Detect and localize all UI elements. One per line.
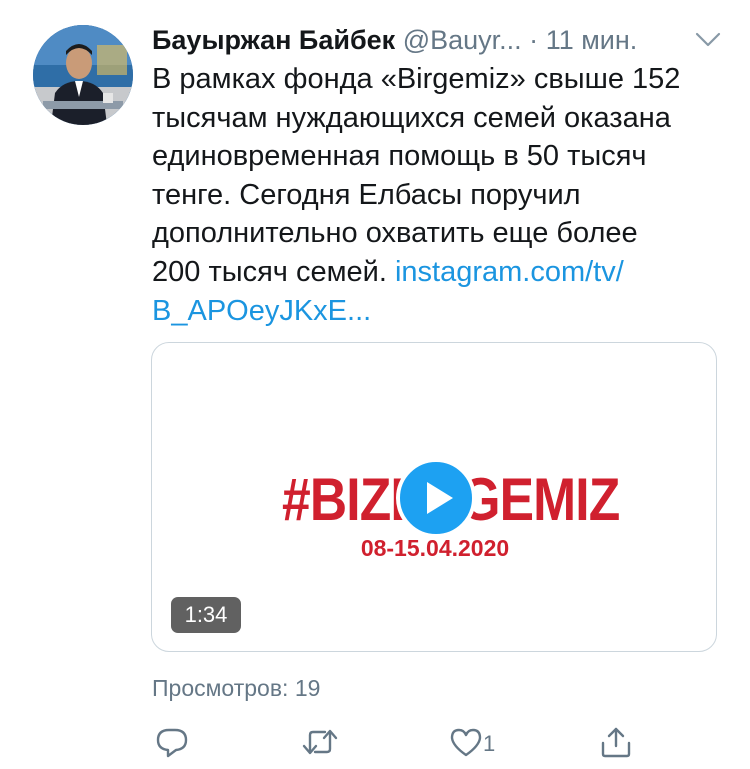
like-button[interactable]: 1 — [449, 725, 509, 763]
author-handle[interactable]: @Bauyr... — [403, 25, 522, 55]
tweet-header: Бауыржан Байбек @Bauyr... · 11 мин. — [152, 22, 732, 58]
play-icon — [427, 482, 453, 514]
author-name[interactable]: Бауыржан Байбек — [152, 25, 395, 55]
like-count: 1 — [483, 731, 496, 756]
chevron-down-icon[interactable] — [695, 30, 721, 50]
reply-button[interactable] — [155, 725, 189, 763]
video-card[interactable]: #BIZDEGEMIZ 08-15.04.2020 1:34 — [151, 342, 717, 652]
view-count[interactable]: Просмотров: 19 — [152, 673, 320, 703]
retweet-icon — [302, 729, 338, 755]
avatar-photo — [33, 25, 133, 125]
play-button[interactable] — [396, 458, 476, 538]
share-icon — [601, 727, 631, 758]
tweet-time[interactable]: 11 мин. — [546, 25, 638, 55]
tweet-body: В рамках фонда «Birgemiz» свыше 152 тыся… — [152, 63, 681, 288]
tweet-actions: 1 — [152, 725, 652, 765]
separator-dot: · — [529, 25, 539, 55]
video-duration: 1:34 — [171, 597, 241, 633]
retweet-button[interactable] — [301, 725, 339, 763]
tweet-text: В рамках фонда «Birgemiz» свыше 152 тыся… — [152, 60, 722, 330]
heart-icon — [450, 728, 482, 757]
avatar[interactable] — [33, 25, 133, 125]
video-date: 08-15.04.2020 — [360, 535, 510, 561]
share-button[interactable] — [600, 725, 632, 763]
reply-icon — [156, 728, 188, 758]
